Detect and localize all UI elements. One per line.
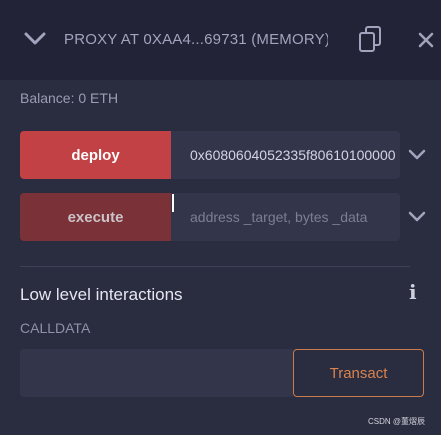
contract-header: PROXY AT 0XAA4...69731 (MEMORY) bbox=[0, 0, 441, 80]
section-divider bbox=[20, 266, 410, 267]
info-icon[interactable]: i bbox=[409, 280, 417, 304]
deploy-expand-chevron-icon[interactable] bbox=[407, 148, 427, 162]
calldata-input[interactable] bbox=[20, 349, 293, 397]
deploy-button[interactable]: deploy bbox=[20, 131, 171, 179]
balance-label: Balance: 0 ETH bbox=[20, 90, 119, 106]
low-level-title: Low level interactions bbox=[20, 285, 183, 304]
calldata-label: CALLDATA bbox=[20, 320, 91, 336]
watermark-text: CSDN @董熠辰 bbox=[368, 417, 426, 426]
execute-expand-chevron-icon[interactable] bbox=[407, 210, 427, 224]
transact-button[interactable]: Transact bbox=[293, 349, 424, 397]
execute-args-input[interactable]: address _target, bytes _data bbox=[171, 193, 400, 241]
text-caret bbox=[172, 194, 174, 212]
execute-button[interactable]: execute bbox=[20, 193, 171, 241]
deploy-args-input[interactable]: 0x6080604052335f80610100000 bbox=[171, 131, 400, 179]
chevron-down-icon[interactable] bbox=[22, 26, 48, 52]
copy-icon[interactable] bbox=[358, 26, 384, 54]
close-icon[interactable] bbox=[414, 28, 438, 52]
contract-title: PROXY AT 0XAA4...69731 (MEMORY) bbox=[64, 31, 328, 48]
